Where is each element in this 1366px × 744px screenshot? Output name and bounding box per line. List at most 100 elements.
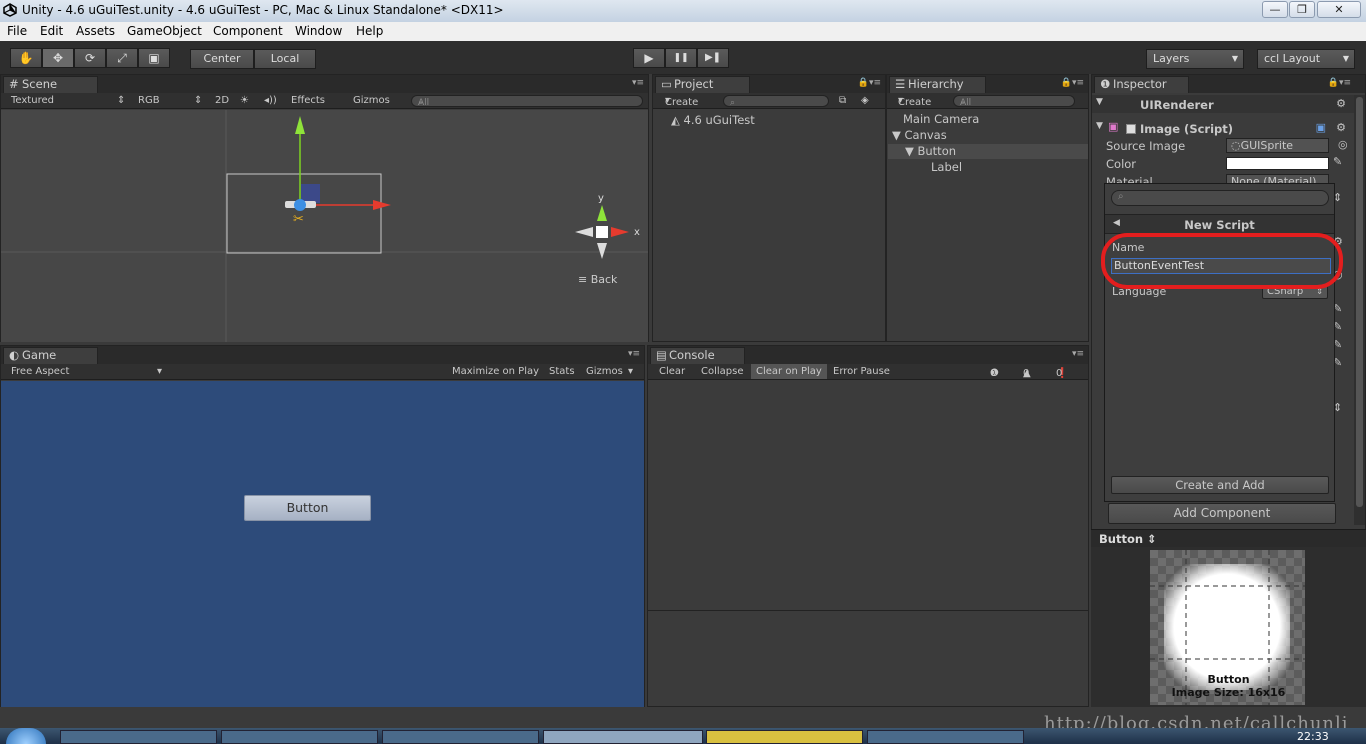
eyedropper-icon[interactable]: ✎ [1333, 155, 1342, 168]
game-ui-button[interactable]: Button [244, 495, 371, 521]
maximize-on-play-toggle[interactable]: Maximize on Play [452, 366, 539, 377]
image-component-icon: ▣ [1108, 120, 1119, 133]
taskbar-item[interactable] [706, 730, 863, 744]
tab-inspector[interactable]: ❶ Inspector [1094, 76, 1189, 93]
image-script-header[interactable]: ▼ ▣ Image (Script) ▣ ⚙ [1092, 120, 1354, 137]
hierarchy-item-canvas[interactable]: ▼ Canvas [892, 128, 947, 142]
filter-type-icon[interactable]: ⧉ [839, 95, 846, 106]
gizmos-dropdown[interactable]: Gizmos [586, 366, 623, 377]
menu-assets[interactable]: Assets [76, 24, 115, 38]
project-create-dropdown[interactable]: Create ▾ [665, 95, 698, 108]
scale-icon: ⤢ [117, 51, 127, 65]
gear-icon[interactable]: ⚙ [1336, 121, 1346, 134]
color-field[interactable] [1226, 157, 1329, 170]
audio-icon[interactable]: ◂)) [264, 95, 277, 106]
rect-tool-button[interactable]: ▣ [138, 48, 170, 68]
dropdown-arrow-icon: ▼ [1231, 54, 1238, 63]
pivot-local-button[interactable]: Local [254, 49, 316, 69]
hierarchy-search-input[interactable]: ⌕ All [953, 95, 1075, 108]
close-button[interactable]: ✕ [1317, 1, 1361, 18]
panel-menu-icon[interactable]: 🔒▾≡ [858, 78, 881, 88]
search-icon: ⌕ [730, 98, 736, 108]
pivot-center-button[interactable]: Center [190, 49, 254, 69]
panel-menu-icon[interactable]: ▾≡ [628, 349, 640, 359]
play-button[interactable]: ▶ [633, 48, 665, 68]
source-image-label: Source Image [1106, 139, 1186, 153]
hierarchy-item-button[interactable]: ▼ Button [888, 144, 1088, 159]
menu-file[interactable]: File [7, 24, 27, 38]
filter-label-icon[interactable]: ◈ [861, 95, 869, 106]
hand-tool-button[interactable]: ✋ [10, 48, 42, 68]
tab-console[interactable]: ▤ Console [650, 347, 745, 364]
clear-on-play-toggle[interactable]: Clear on Play [751, 364, 827, 379]
tab-game[interactable]: ◐ Game [3, 347, 98, 364]
menu-help[interactable]: Help [356, 24, 383, 38]
render-mode-dropdown[interactable]: Textured [11, 95, 54, 106]
menu-gameobject[interactable]: GameObject [127, 24, 202, 38]
hierarchy-create-dropdown[interactable]: Create ▾ [898, 95, 931, 108]
tab-scene[interactable]: # Scene [3, 76, 98, 93]
tab-project[interactable]: ▭ Project [655, 76, 750, 93]
gizmos-dropdown[interactable]: Gizmos [353, 95, 390, 106]
rotate-tool-button[interactable]: ⟳ [74, 48, 106, 68]
list-item[interactable]: ◭ 4.6 uGuiTest [671, 113, 755, 127]
menu-bar: File Edit Assets GameObject Component Wi… [0, 22, 1366, 41]
hierarchy-item-label[interactable]: Label [931, 160, 962, 174]
expand-arrow-icon: ▼ [905, 144, 918, 158]
create-and-add-button[interactable]: Create and Add [1111, 476, 1329, 494]
taskbar-item[interactable] [221, 730, 378, 744]
console-panel: ▤ Console ▾≡ Clear Collapse Clear on Play… [647, 345, 1089, 707]
step-button[interactable]: ▶❚ [697, 48, 729, 68]
panel-menu-icon[interactable]: 🔒▾≡ [1328, 78, 1351, 88]
2d-toggle[interactable]: 2D [215, 95, 229, 106]
stats-toggle[interactable]: Stats [549, 366, 575, 377]
lighting-icon[interactable]: ☀ [240, 95, 249, 106]
taskbar-item[interactable] [382, 730, 539, 744]
taskbar-item-unity[interactable] [543, 730, 703, 744]
source-image-field[interactable]: ◌GUISprite [1226, 138, 1329, 153]
taskbar-item[interactable] [60, 730, 217, 744]
add-component-button[interactable]: Add Component [1108, 503, 1336, 524]
move-tool-button[interactable]: ✥ [42, 48, 74, 68]
scrollbar-thumb[interactable] [1356, 97, 1363, 507]
panel-menu-icon[interactable]: ▾≡ [632, 78, 644, 88]
color-mode-dropdown[interactable]: RGB [138, 95, 160, 106]
uirenderer-header[interactable]: ▼ UIRenderer ⚙ [1092, 95, 1354, 113]
scale-tool-button[interactable]: ⤢ [106, 48, 138, 68]
console-clear-button[interactable]: Clear [659, 366, 685, 377]
object-picker-icon[interactable]: ◎ [1338, 138, 1348, 151]
preview-header[interactable]: Button ⇕ [1091, 529, 1366, 547]
scene-search-input[interactable]: ⌕ All [411, 95, 643, 108]
pause-button[interactable]: ❚❚ [665, 48, 697, 68]
component-search-input[interactable]: ⌕ [1111, 190, 1329, 206]
hierarchy-item-main-camera[interactable]: Main Camera [903, 112, 979, 126]
hierarchy-icon: ☰ [895, 77, 906, 91]
menu-component[interactable]: Component [213, 24, 283, 38]
console-collapse-button[interactable]: Collapse [701, 366, 744, 377]
effects-dropdown[interactable]: Effects [291, 95, 325, 106]
layers-dropdown[interactable]: Layers ▼ [1146, 49, 1244, 69]
help-icon[interactable]: ▣ [1316, 121, 1326, 134]
taskbar-item[interactable] [867, 730, 1024, 744]
aspect-dropdown[interactable]: Free Aspect [11, 366, 69, 377]
menu-window[interactable]: Window [295, 24, 342, 38]
enabled-checkbox[interactable] [1126, 122, 1136, 135]
scene-viewport[interactable]: ✂ [1, 110, 648, 342]
game-viewport[interactable]: Button [1, 381, 644, 707]
panel-menu-icon[interactable]: 🔒▾≡ [1061, 78, 1084, 88]
menu-edit[interactable]: Edit [40, 24, 63, 38]
layout-dropdown[interactable]: ccl Layout ▼ [1257, 49, 1355, 69]
tab-hierarchy[interactable]: ☰ Hierarchy [889, 76, 986, 93]
error-pause-toggle[interactable]: Error Pause [833, 366, 890, 377]
hierarchy-panel: ☰ Hierarchy 🔒▾≡ Create ▾ ⌕ All Main Camera… [886, 74, 1089, 342]
svg-text:✂: ✂ [293, 212, 304, 227]
start-button[interactable] [6, 728, 46, 744]
inspector-scrollbar[interactable] [1354, 95, 1365, 525]
unity-logo-icon [3, 3, 17, 17]
minimize-button[interactable]: — [1262, 1, 1288, 18]
panel-menu-icon[interactable]: ▾≡ [1072, 349, 1084, 359]
gear-icon[interactable]: ⚙ [1336, 97, 1346, 110]
scene-orientation-gizmo[interactable]: y x ≡ Back [571, 193, 641, 293]
maximize-button[interactable]: ❐ [1289, 1, 1315, 18]
project-search-input[interactable]: ⌕ [723, 95, 829, 108]
